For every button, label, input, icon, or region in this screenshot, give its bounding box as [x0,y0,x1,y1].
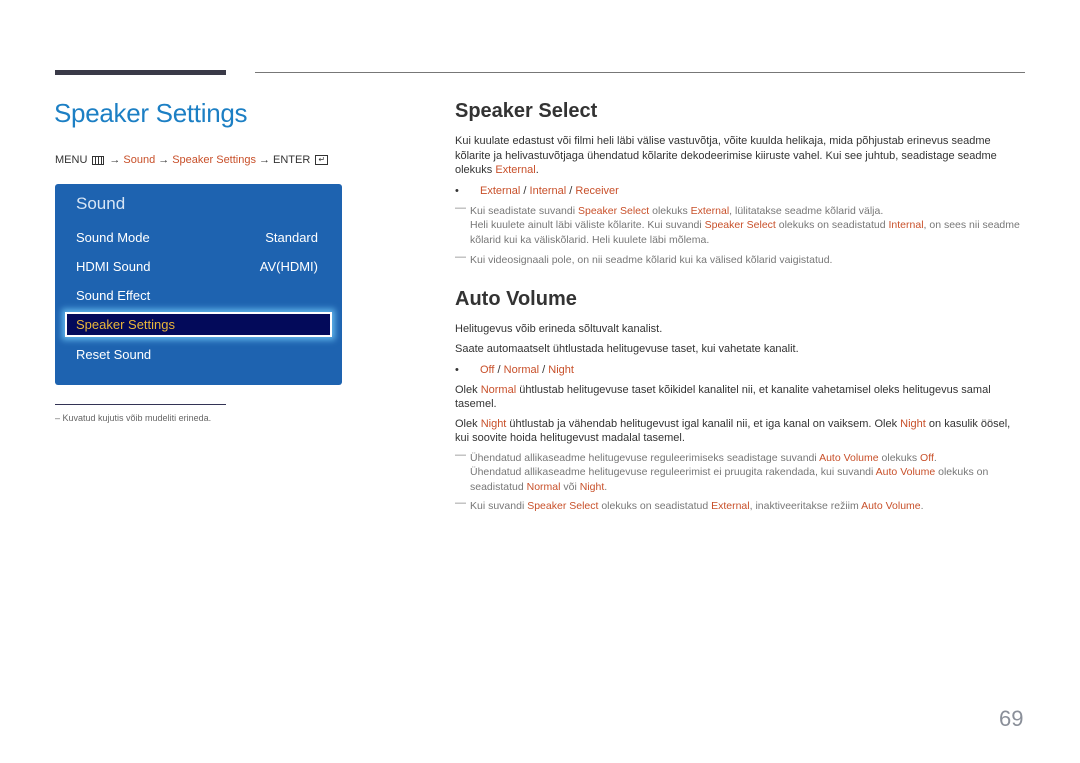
option-internal: Internal [529,184,567,197]
footnote: – Kuvatud kujutis võib mudeliti erineda. [55,413,212,423]
desc-text: ühtlustab helitugevuse taset kõikidel ka… [455,383,991,411]
note-text: . [933,451,937,464]
bullet-icon: • [455,363,459,376]
desc-text: ühtlustab ja vähendab helitugevust igal … [506,417,901,430]
intro-end: . [535,164,539,176]
breadcrumb-speaker-settings: Speaker Settings [172,154,256,166]
desc-highlight: Normal [480,383,517,396]
osd-item-label: Speaker Settings [76,317,176,332]
intro-highlight: External [495,164,536,176]
note-text: Kui seadistate suvandi [470,204,578,217]
osd-item-label: Sound Mode [76,229,150,245]
osd-item-value: Standard [265,229,318,245]
auto-volume-note-1: — Ühendatud allikaseadme helitugevuse re… [455,448,1025,495]
speaker-select-options: • External / Internal / Receiver [455,184,1025,198]
speaker-select-heading: Speaker Select [455,100,598,122]
auto-volume-p2: Saate automaatselt ühtlustada helitugevu… [455,343,799,355]
option-separator: / [539,363,549,376]
note-text: Ühendatud allikaseadme helitugevuse regu… [470,451,820,464]
note-highlight: External [690,204,730,217]
content-column: Speaker Select Kui kuulate edastust või … [455,98,1025,514]
osd-item-label: Sound Effect [76,287,151,303]
osd-item-label: Reset Sound [76,346,152,362]
osd-item-label: HDMI Sound [76,258,151,274]
note-highlight: Auto Volume [861,500,921,512]
option-external: External [480,184,521,197]
desc-text: Olek [455,417,481,430]
osd-menu-title: Sound [76,194,126,213]
note-highlight: Night [579,480,605,493]
note-text: Ühendatud allikaseadme helitugevuse regu… [470,466,876,478]
note-text: . [920,500,924,512]
page-number: 69 [999,706,1024,731]
speaker-select-note-1: — Kui seadistate suvandi Speaker Select … [455,201,1025,248]
note-dash-icon: — [455,201,466,214]
osd-item-reset-sound[interactable]: Reset Sound [76,344,318,364]
note-dash-icon: — [455,448,466,461]
header-rule-thin [255,72,1025,73]
normal-description: Olek Normal ühtlustab helitugevuse taset… [455,383,1025,412]
option-off: Off [480,363,495,376]
breadcrumb-arrow: → [158,154,170,166]
auto-volume-options: • Off / Normal / Night [455,363,1025,377]
breadcrumb-arrow: → [258,154,270,166]
note-text: olekuks on seadistatud [598,500,712,512]
note-text: . [604,480,608,493]
osd-item-value: AV(HDMI) [259,258,318,274]
note-text: , inaktiveeritakse režiim [749,500,862,512]
note-highlight: Auto Volume [875,466,936,478]
note-text: olekuks on seadistatud [775,219,889,231]
osd-item-hdmi-sound[interactable]: HDMI Sound AV(HDMI) [76,256,318,276]
bullet-icon: • [455,184,459,197]
speaker-select-note-2: — Kui videosignaali pole, on nii seadme … [455,251,1025,268]
header-rule-thick [55,70,226,75]
footnote-divider [55,404,226,405]
desc-highlight: Night [900,417,926,430]
note-highlight: Internal [888,219,924,231]
osd-sound-menu: Sound Sound Mode Standard HDMI Sound AV(… [55,184,342,385]
desc-highlight: Night [480,417,507,430]
note-highlight: External [711,500,750,512]
option-night: Night [548,363,574,376]
osd-item-sound-mode[interactable]: Sound Mode Standard [76,227,318,247]
breadcrumb-arrow: → [109,154,121,166]
note-highlight: Auto Volume [819,451,879,464]
note-highlight: Speaker Select [704,219,776,231]
note-text: , lülitatakse seadme kõlarid välja. [729,204,884,217]
note-text: Kui suvandi [470,500,528,512]
speaker-select-intro: Kui kuulate edastust või filmi heli läbi… [455,134,1025,178]
note-text: olekuks [649,204,691,217]
note-highlight: Normal [526,480,561,493]
page-title: Speaker Settings [54,98,248,128]
enter-icon: ↵ [315,155,329,165]
option-normal: Normal [503,363,540,376]
option-separator: / [494,363,504,376]
note-text: olekuks [878,451,921,464]
option-separator: / [520,184,530,197]
night-description: Olek Night ühtlustab ja vähendab helitug… [455,417,1025,446]
auto-volume-heading: Auto Volume [455,287,577,310]
note-highlight: Speaker Select [577,204,650,217]
breadcrumb: MENU → Sound → Speaker Settings → ENTER … [55,154,329,166]
note-highlight: Speaker Select [527,500,599,512]
note-text: või [560,480,580,493]
note-dash-icon: — [455,251,466,263]
breadcrumb-menu: MENU [55,154,88,166]
breadcrumb-sound: Sound [123,154,156,166]
osd-item-speaker-settings[interactable]: Speaker Settings [65,312,332,337]
note-highlight: Off [920,451,934,464]
option-receiver: Receiver [575,184,619,197]
auto-volume-p1: Helitugevus võib erineda sõltuvalt kanal… [455,322,663,335]
note-text: Kui videosignaali pole, on nii seadme kõ… [470,254,833,266]
auto-volume-note-2: — Kui suvandi Speaker Select olekuks on … [455,497,1025,514]
desc-text: Olek [455,383,481,396]
breadcrumb-enter: ENTER [272,154,311,166]
menu-grid-icon [92,155,105,165]
note-dash-icon: — [455,497,466,509]
osd-item-sound-effect[interactable]: Sound Effect [76,285,318,305]
note-text: Heli kuulete ainult läbi väliste kõlarit… [470,219,705,231]
